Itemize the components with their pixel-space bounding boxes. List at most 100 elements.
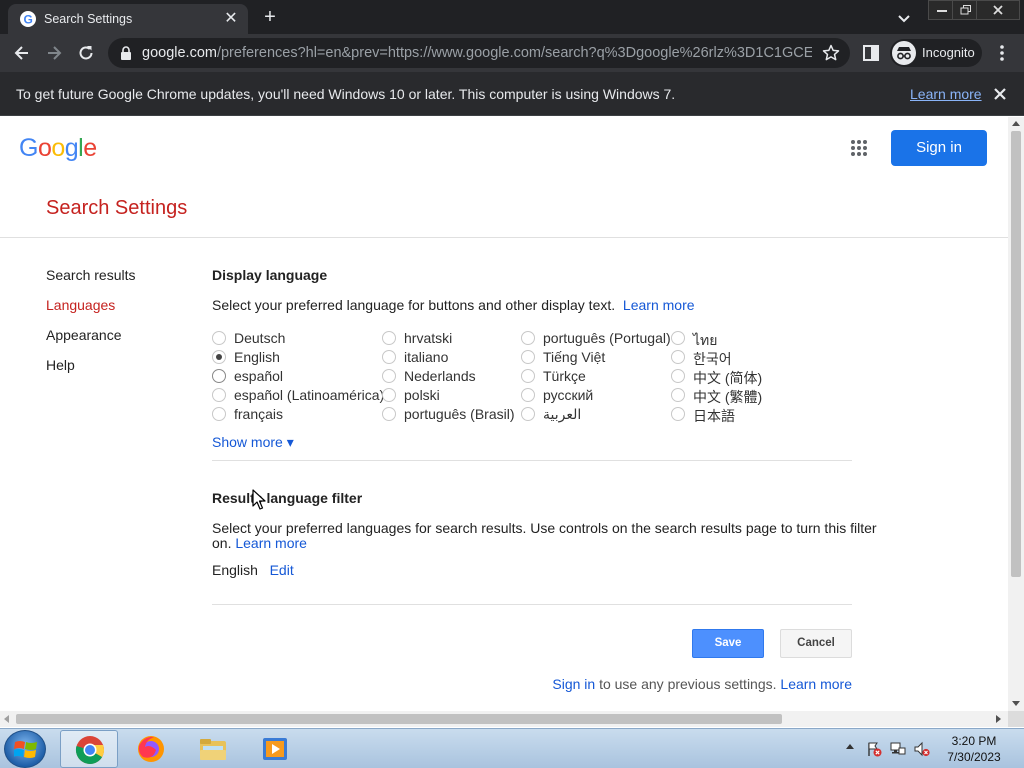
scroll-right-arrow-icon[interactable]: [996, 715, 1001, 723]
language-label: 中文 (繁體): [693, 389, 763, 405]
google-apps-grid-icon[interactable]: [850, 139, 868, 157]
mouse-cursor-icon: [252, 489, 266, 516]
language-label: italiano: [404, 349, 449, 365]
firefox-icon: [136, 734, 166, 764]
footer-learn-more-link[interactable]: Learn more: [780, 676, 852, 692]
start-button[interactable]: [4, 730, 46, 768]
page-title: Search Settings: [46, 197, 188, 219]
sign-in-button[interactable]: Sign in: [891, 130, 987, 166]
language-radio[interactable]: [671, 331, 685, 345]
language-label: français: [234, 406, 284, 422]
language-radio[interactable]: [521, 350, 535, 364]
language-label: русский: [543, 387, 594, 403]
language-radio[interactable]: [671, 350, 685, 364]
language-radio[interactable]: [671, 407, 685, 421]
nav-languages[interactable]: Languages: [46, 297, 115, 313]
language-label: Deutsch: [234, 330, 286, 346]
language-radio[interactable]: [212, 369, 226, 383]
language-radio[interactable]: [382, 369, 396, 383]
language-radio[interactable]: [212, 407, 226, 421]
nav-search-results[interactable]: Search results: [46, 267, 135, 283]
language-radio[interactable]: [382, 331, 396, 345]
show-hidden-icons-icon[interactable]: [846, 744, 854, 749]
language-radio[interactable]: [212, 331, 226, 345]
infobar-close-icon[interactable]: [990, 84, 1010, 104]
language-label: español: [234, 368, 284, 384]
action-center-flag-icon[interactable]: [866, 741, 882, 757]
google-logo[interactable]: Google: [19, 134, 97, 163]
save-button[interactable]: Save: [692, 629, 764, 658]
display-language-learn-more-link[interactable]: Learn more: [623, 297, 695, 313]
system-clock[interactable]: 3:20 PM 7/30/2023: [940, 733, 1008, 765]
header-divider: [0, 237, 1008, 238]
back-arrow-icon[interactable]: [9, 40, 35, 66]
scroll-left-arrow-icon[interactable]: [4, 715, 9, 723]
language-label: português (Portugal): [543, 330, 671, 346]
scrollbar-corner: [1008, 711, 1024, 727]
incognito-profile-button[interactable]: Incognito: [890, 39, 982, 67]
tab-close-icon[interactable]: ✕: [220, 8, 242, 30]
cancel-button[interactable]: Cancel: [780, 629, 852, 658]
language-label: العربية: [543, 406, 582, 422]
language-label: hrvatski: [404, 330, 453, 346]
logo-letter: G: [19, 134, 38, 162]
nav-help[interactable]: Help: [46, 357, 75, 373]
scroll-up-arrow-icon[interactable]: [1012, 121, 1020, 126]
language-radio[interactable]: [521, 388, 535, 402]
side-panel-icon[interactable]: [862, 44, 880, 62]
footer-signin-line: Sign in to use any previous settings. Le…: [552, 676, 852, 692]
language-radio[interactable]: [212, 388, 226, 402]
windows-taskbar: 3:20 PM 7/30/2023: [0, 728, 1024, 768]
language-label: 한국어: [693, 351, 732, 367]
bookmark-star-icon[interactable]: [822, 44, 840, 67]
language-radio[interactable]: [521, 331, 535, 345]
volume-muted-icon[interactable]: [914, 741, 930, 757]
taskbar-firefox[interactable]: [122, 730, 180, 768]
folder-icon: [198, 734, 228, 764]
vertical-scrollbar-thumb[interactable]: [1011, 131, 1021, 577]
language-label: Türkçe: [543, 368, 586, 384]
reload-icon[interactable]: [73, 40, 99, 66]
horizontal-scrollbar[interactable]: [0, 711, 1008, 727]
forward-arrow-icon[interactable]: [41, 40, 67, 66]
results-filter-learn-more-link[interactable]: Learn more: [235, 535, 307, 551]
language-radio[interactable]: [521, 407, 535, 421]
footer-sign-in-link[interactable]: Sign in: [552, 676, 595, 692]
language-radio[interactable]: [671, 369, 685, 383]
language-radio[interactable]: [212, 350, 226, 364]
lock-icon[interactable]: [120, 46, 132, 65]
address-bar[interactable]: google.com/preferences?hl=en&prev=https:…: [108, 38, 850, 68]
display-language-heading: Display language: [212, 267, 328, 283]
taskbar-media-player[interactable]: [246, 730, 304, 768]
section-divider: [212, 604, 852, 605]
window-close-icon[interactable]: [976, 0, 1020, 20]
url-text[interactable]: google.com/preferences?hl=en&prev=https:…: [142, 45, 812, 61]
network-icon[interactable]: [890, 741, 906, 757]
results-filter-edit-link[interactable]: Edit: [270, 562, 294, 578]
language-radio[interactable]: [382, 350, 396, 364]
results-filter-heading: Results language filter: [212, 490, 363, 506]
browser-titlebar: G Search Settings ✕ +: [0, 0, 1024, 34]
new-tab-icon[interactable]: +: [258, 6, 282, 30]
language-radio[interactable]: [521, 369, 535, 383]
taskbar-chrome[interactable]: [60, 730, 118, 768]
windows-logo-icon: [14, 741, 37, 758]
show-more-link[interactable]: Show more ▾: [212, 434, 294, 451]
nav-appearance[interactable]: Appearance: [46, 327, 122, 343]
media-player-icon: [260, 734, 290, 764]
horizontal-scrollbar-thumb[interactable]: [16, 714, 782, 724]
taskbar-explorer[interactable]: [184, 730, 242, 768]
chrome-menu-icon[interactable]: [994, 42, 1010, 64]
language-radio[interactable]: [671, 388, 685, 402]
browser-tab[interactable]: G Search Settings ✕: [8, 4, 248, 34]
vertical-scrollbar[interactable]: [1008, 117, 1024, 711]
tab-search-chevron-icon[interactable]: [894, 8, 914, 28]
logo-letter: o: [37, 134, 52, 162]
scroll-down-arrow-icon[interactable]: [1012, 701, 1020, 706]
logo-letter: o: [51, 134, 65, 162]
results-filter-current: English Edit: [212, 562, 294, 578]
language-radio[interactable]: [382, 407, 396, 421]
language-radio[interactable]: [382, 388, 396, 402]
language-label: Nederlands: [404, 368, 476, 384]
infobar-learn-more-link[interactable]: Learn more: [910, 86, 982, 102]
